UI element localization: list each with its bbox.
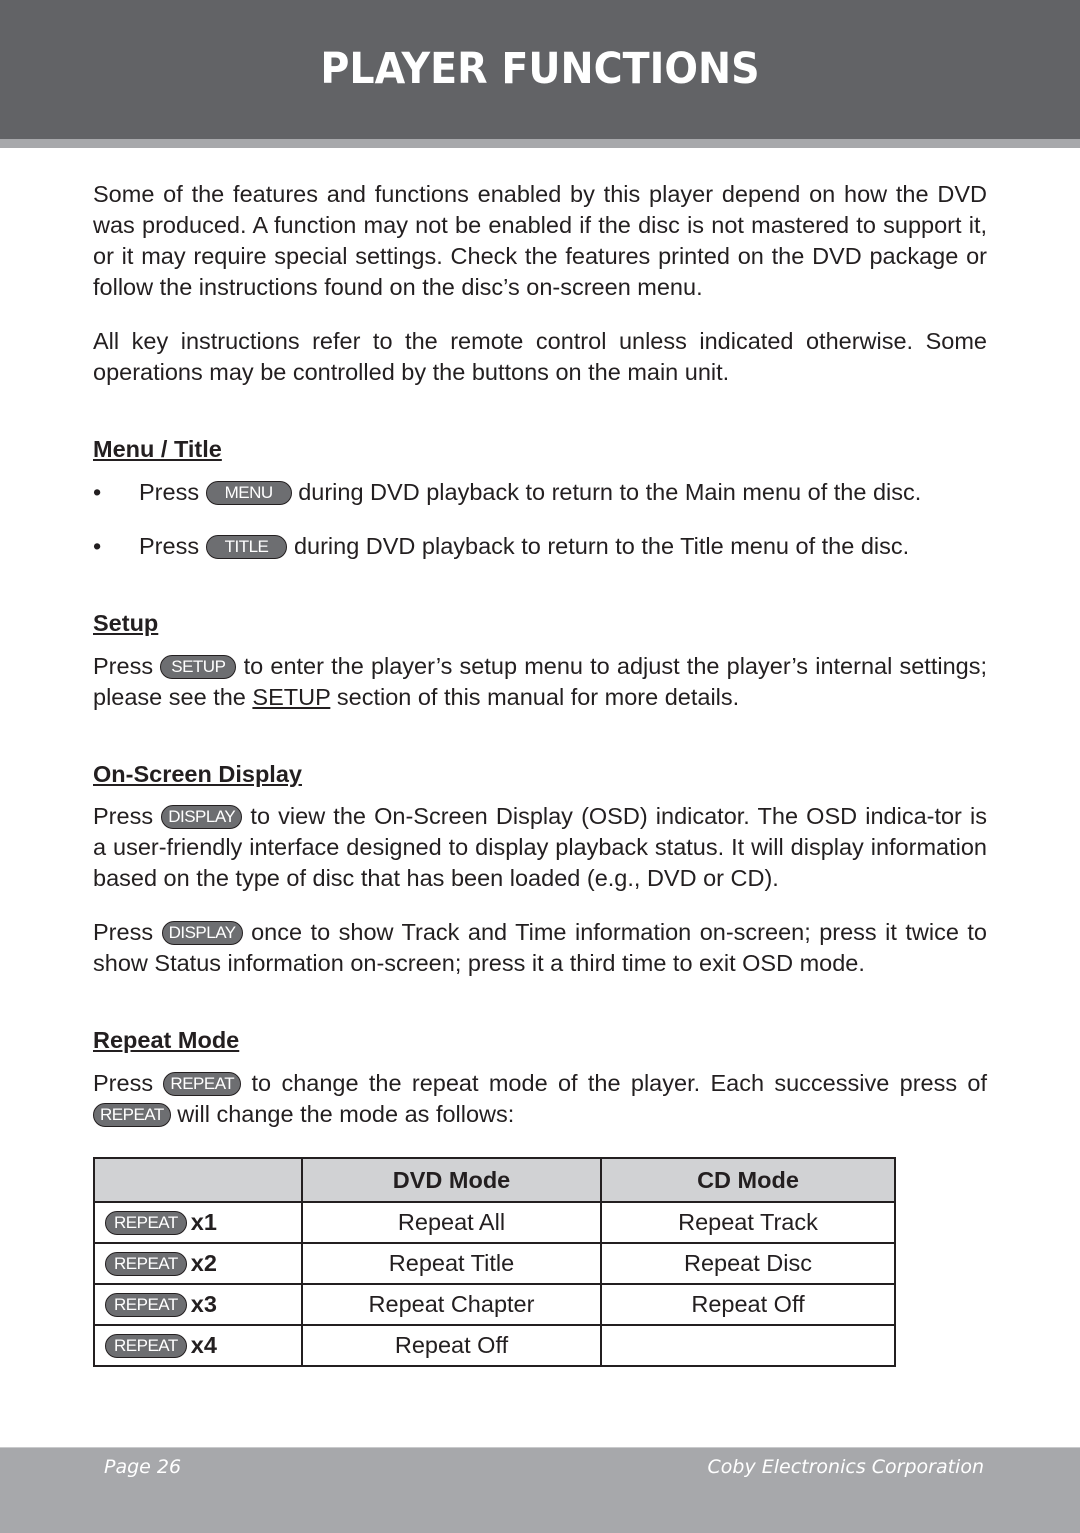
header-divider xyxy=(0,139,1080,148)
press-text: Press xyxy=(93,653,154,679)
repeat-mode-table: DVD Mode CD Mode REPEAT x1 Repeat All Rep… xyxy=(93,1157,896,1367)
bullet-icon: • xyxy=(93,479,102,505)
press-count: x2 xyxy=(190,1250,217,1276)
setup-text-b: section of this manual for more details. xyxy=(336,684,740,710)
press-text: Press xyxy=(93,919,154,945)
menu-key-icon: MENU xyxy=(205,481,292,505)
press-count-cell: REPEAT x4 xyxy=(93,1324,303,1367)
dvd-mode-cell: Repeat Chapter xyxy=(301,1283,602,1326)
dvd-mode-cell: Repeat All xyxy=(301,1201,602,1244)
section-heading-setup: Setup xyxy=(93,610,159,636)
repeat-text-a: to change the repeat mode of the player.… xyxy=(251,1070,988,1096)
repeat-key-icon: REPEAT xyxy=(105,1293,187,1317)
press-count-cell: REPEAT x1 xyxy=(93,1201,303,1244)
repeat-paragraph: Press REPEAT to change the repeat mode o… xyxy=(93,1068,987,1130)
title-key-icon: TITLE xyxy=(205,535,288,559)
table-header-blank xyxy=(93,1157,303,1203)
cd-mode-cell: Repeat Off xyxy=(600,1283,896,1326)
page-footer: Page 26 Coby Electronics Corporation xyxy=(0,1447,1080,1533)
intro-paragraph-2: All key instructions refer to the remote… xyxy=(93,328,987,385)
press-count: x1 xyxy=(190,1209,217,1235)
press-text: Press xyxy=(93,803,154,829)
dvd-mode-cell: Repeat Off xyxy=(301,1324,602,1367)
repeat-key-icon: REPEAT xyxy=(105,1334,187,1358)
press-count-cell: REPEAT x2 xyxy=(93,1242,303,1285)
table-row: REPEAT x3 Repeat Chapter Repeat Off xyxy=(93,1283,896,1326)
setup-section-link[interactable]: SETUP xyxy=(252,684,330,710)
item-text: during DVD playback to return to the Mai… xyxy=(298,479,922,505)
osd-paragraph-1: Press DISPLAY to view the On-Screen Disp… xyxy=(93,801,987,894)
table-header-dvd-mode: DVD Mode xyxy=(301,1157,602,1203)
press-text: Press xyxy=(139,533,200,559)
section-heading-repeat: Repeat Mode xyxy=(93,1027,240,1053)
repeat-text-b: will change the mode as follows: xyxy=(177,1101,515,1127)
table-row: REPEAT x1 Repeat All Repeat Track xyxy=(93,1201,896,1244)
list-item: • Press MENU during DVD playback to retur… xyxy=(93,477,987,508)
company-name: Coby Electronics Corporation xyxy=(707,1456,984,1478)
press-text: Press xyxy=(93,1070,154,1096)
display-key-icon: DISPLAY xyxy=(161,805,243,829)
section-heading-osd: On-Screen Display xyxy=(93,761,302,787)
table-header-cd-mode: CD Mode xyxy=(600,1157,896,1203)
cd-mode-cell: Repeat Track xyxy=(600,1201,896,1244)
press-count-cell: REPEAT x3 xyxy=(93,1283,303,1326)
setup-key-icon: SETUP xyxy=(160,655,237,679)
list-item: • Press TITLE during DVD playback to retu… xyxy=(93,531,987,562)
press-text: Press xyxy=(139,479,200,505)
setup-paragraph: Press SETUP to enter the player’s setup … xyxy=(93,651,987,713)
repeat-key-icon: REPEAT xyxy=(163,1072,242,1096)
repeat-key-icon: REPEAT xyxy=(105,1211,187,1235)
cd-mode-cell: Repeat Disc xyxy=(600,1242,896,1285)
table-row: REPEAT x4 Repeat Off xyxy=(93,1324,896,1367)
repeat-key-icon: REPEAT xyxy=(105,1252,187,1276)
table-header-row: DVD Mode CD Mode xyxy=(93,1157,896,1203)
bullet-icon: • xyxy=(93,533,102,559)
repeat-key-icon: REPEAT xyxy=(93,1103,171,1127)
dvd-mode-cell: Repeat Title xyxy=(301,1242,602,1285)
section-heading-menu-title: Menu / Title xyxy=(93,436,222,462)
intro-paragraph-1: Some of the features and functions enabl… xyxy=(93,181,987,300)
display-key-icon: DISPLAY xyxy=(161,921,243,945)
page-title: PLAYER FUNCTIONS xyxy=(320,44,760,94)
osd-paragraph-2: Press DISPLAY once to show Track and Tim… xyxy=(93,917,987,979)
item-text: during DVD playback to return to the Tit… xyxy=(293,533,910,559)
page-header: PLAYER FUNCTIONS xyxy=(0,0,1080,139)
table-row: REPEAT x2 Repeat Title Repeat Disc xyxy=(93,1242,896,1285)
page-number: Page 26 xyxy=(104,1456,182,1478)
press-count: x4 xyxy=(190,1332,217,1358)
press-count: x3 xyxy=(190,1291,217,1317)
cd-mode-cell xyxy=(600,1324,896,1367)
